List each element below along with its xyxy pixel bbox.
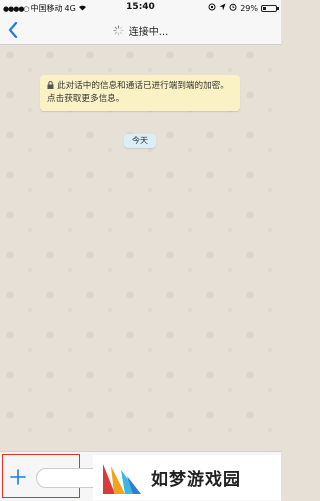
watermark-logo [103, 463, 141, 494]
battery-percent: 29% [240, 3, 258, 13]
status-right: 29% [208, 3, 279, 13]
battery-fill [263, 6, 266, 10]
chat-area[interactable]: 此对话中的信息和通话已进行端到端的加密。点击获取更多信息。 今天 [0, 45, 281, 451]
spinner-icon [113, 25, 124, 36]
attach-button[interactable] [8, 467, 28, 487]
watermark-text: 如梦游戏园 [151, 470, 241, 490]
nav-title: 连接中... [0, 23, 281, 38]
lock-icon [47, 81, 54, 89]
connection-status: 连接中... [128, 27, 169, 38]
watermark: 如梦游戏园 [93, 455, 281, 500]
lock-rotation-icon [208, 3, 216, 13]
encryption-notice[interactable]: 此对话中的信息和通话已进行端到端的加密。点击获取更多信息。 [40, 75, 240, 111]
day-separator: 今天 [124, 134, 156, 148]
battery-icon [261, 4, 279, 12]
plus-icon [10, 469, 26, 485]
alarm-icon [229, 3, 237, 13]
location-icon [219, 3, 226, 13]
status-bar: ●●●●○ 中国移动 4G 15:40 29% [0, 0, 281, 16]
encryption-notice-text: 此对话中的信息和通话已进行端到端的加密。点击获取更多信息。 [47, 81, 229, 104]
nav-bar: 连接中... [0, 16, 281, 45]
